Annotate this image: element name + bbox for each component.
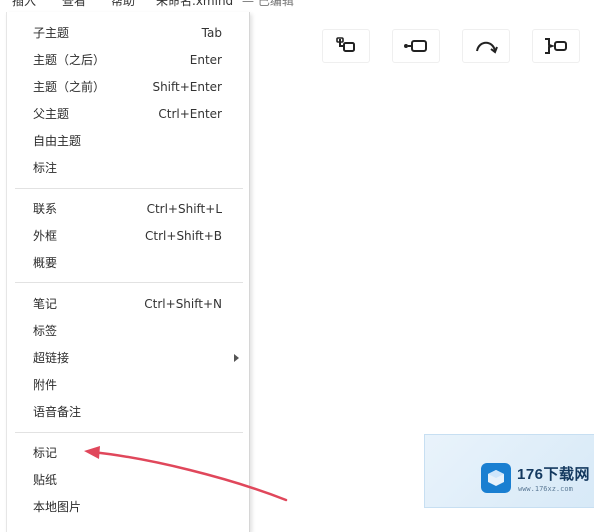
menu-item-topic-after[interactable]: 主题（之后） Enter — [7, 47, 249, 73]
insert-subtopic-icon — [336, 37, 355, 52]
menu-item-labels[interactable]: 标签 — [7, 318, 249, 344]
menu-item-shortcut: Ctrl+Enter — [158, 107, 222, 121]
menu-view[interactable]: 查看 — [62, 0, 86, 10]
submenu-arrow-icon — [234, 354, 239, 362]
menu-item-label: 自由主题 — [33, 134, 82, 148]
menu-item-parent-topic[interactable]: 父主题 Ctrl+Enter — [7, 101, 249, 127]
menu-item-label: 联系 — [33, 202, 58, 216]
menu-item-shortcut: Ctrl+Shift+N — [144, 297, 222, 311]
menu-item-label: 概要 — [33, 256, 58, 270]
menubar: 插入 查看 帮助 未命名.xmind — 已编辑 — [0, 0, 594, 10]
menu-item-marker[interactable]: 标记 — [7, 440, 249, 466]
summary-button[interactable] — [532, 29, 580, 63]
menu-separator — [15, 188, 243, 189]
insert-topic-after-button[interactable] — [392, 29, 440, 63]
insert-subtopic-button[interactable] — [322, 29, 370, 63]
menu-item-hyperlink[interactable]: 超链接 — [7, 345, 249, 371]
menu-item-label: 子主题 — [33, 26, 70, 40]
site-watermark: 176下载网 www.176xz.com — [424, 434, 594, 508]
menu-item-notes[interactable]: 笔记 Ctrl+Shift+N — [7, 291, 249, 317]
menu-item-subtopic[interactable]: 子主题 Tab — [7, 20, 249, 46]
relationship-icon — [476, 41, 498, 54]
menu-item-shortcut: Tab — [201, 26, 222, 40]
menu-item-relationship[interactable]: 联系 Ctrl+Shift+L — [7, 196, 249, 222]
insert-topic-after-icon — [404, 40, 427, 52]
menu-item-label: 标注 — [33, 161, 58, 175]
window-filename: 未命名.xmind — [156, 0, 234, 8]
menu-item-shortcut: Ctrl+Shift+L — [146, 202, 222, 216]
watermark-url: www.176xz.com — [518, 485, 573, 493]
menu-item-label: 语音备注 — [33, 405, 82, 419]
menu-item-label: 超链接 — [33, 351, 70, 365]
menu-item-shortcut: Shift+Enter — [152, 80, 222, 94]
menu-item-local-image[interactable]: 本地图片 — [7, 494, 249, 520]
menu-item-summary[interactable]: 概要 — [7, 250, 249, 276]
menu-insert[interactable]: 插入 — [12, 0, 36, 10]
insert-dropdown-menu: 子主题 Tab 主题（之后） Enter 主题（之前） Shift+Enter … — [6, 12, 250, 532]
menu-item-shortcut: Ctrl+Shift+B — [145, 229, 222, 243]
menu-item-attachment[interactable]: 附件 — [7, 372, 249, 398]
menu-item-label: 本地图片 — [33, 500, 82, 514]
menu-item-boundary[interactable]: 外框 Ctrl+Shift+B — [7, 223, 249, 249]
menu-item-label: 笔记 — [33, 297, 58, 311]
menu-item-floating-topic[interactable]: 自由主题 — [7, 128, 249, 154]
watermark-title: 176下载网 — [517, 466, 591, 483]
menu-item-shortcut: Enter — [189, 53, 222, 67]
menu-item-label: 外框 — [33, 229, 58, 243]
menu-item-label: 标签 — [33, 324, 58, 338]
menu-item-label: 主题（之前） — [33, 80, 106, 94]
menu-item-label: 标记 — [33, 446, 58, 460]
menu-item-label: 主题（之后） — [33, 53, 106, 67]
watermark-logo-icon — [481, 463, 511, 493]
menu-help[interactable]: 帮助 — [111, 0, 135, 10]
menu-item-label: 父主题 — [33, 107, 70, 121]
summary-icon — [545, 38, 567, 54]
menu-item-label: 贴纸 — [33, 473, 58, 487]
relationship-button[interactable] — [462, 29, 510, 63]
menu-item-callout[interactable]: 标注 — [7, 155, 249, 181]
menu-item-label: 附件 — [33, 378, 58, 392]
menu-separator — [15, 282, 243, 283]
menu-separator — [15, 432, 243, 433]
window-status: — 已编辑 — [242, 0, 294, 8]
toolbar — [322, 29, 584, 63]
menu-item-sticker[interactable]: 贴纸 — [7, 467, 249, 493]
menu-item-topic-before[interactable]: 主题（之前） Shift+Enter — [7, 74, 249, 100]
menu-item-audio-note[interactable]: 语音备注 — [7, 399, 249, 425]
